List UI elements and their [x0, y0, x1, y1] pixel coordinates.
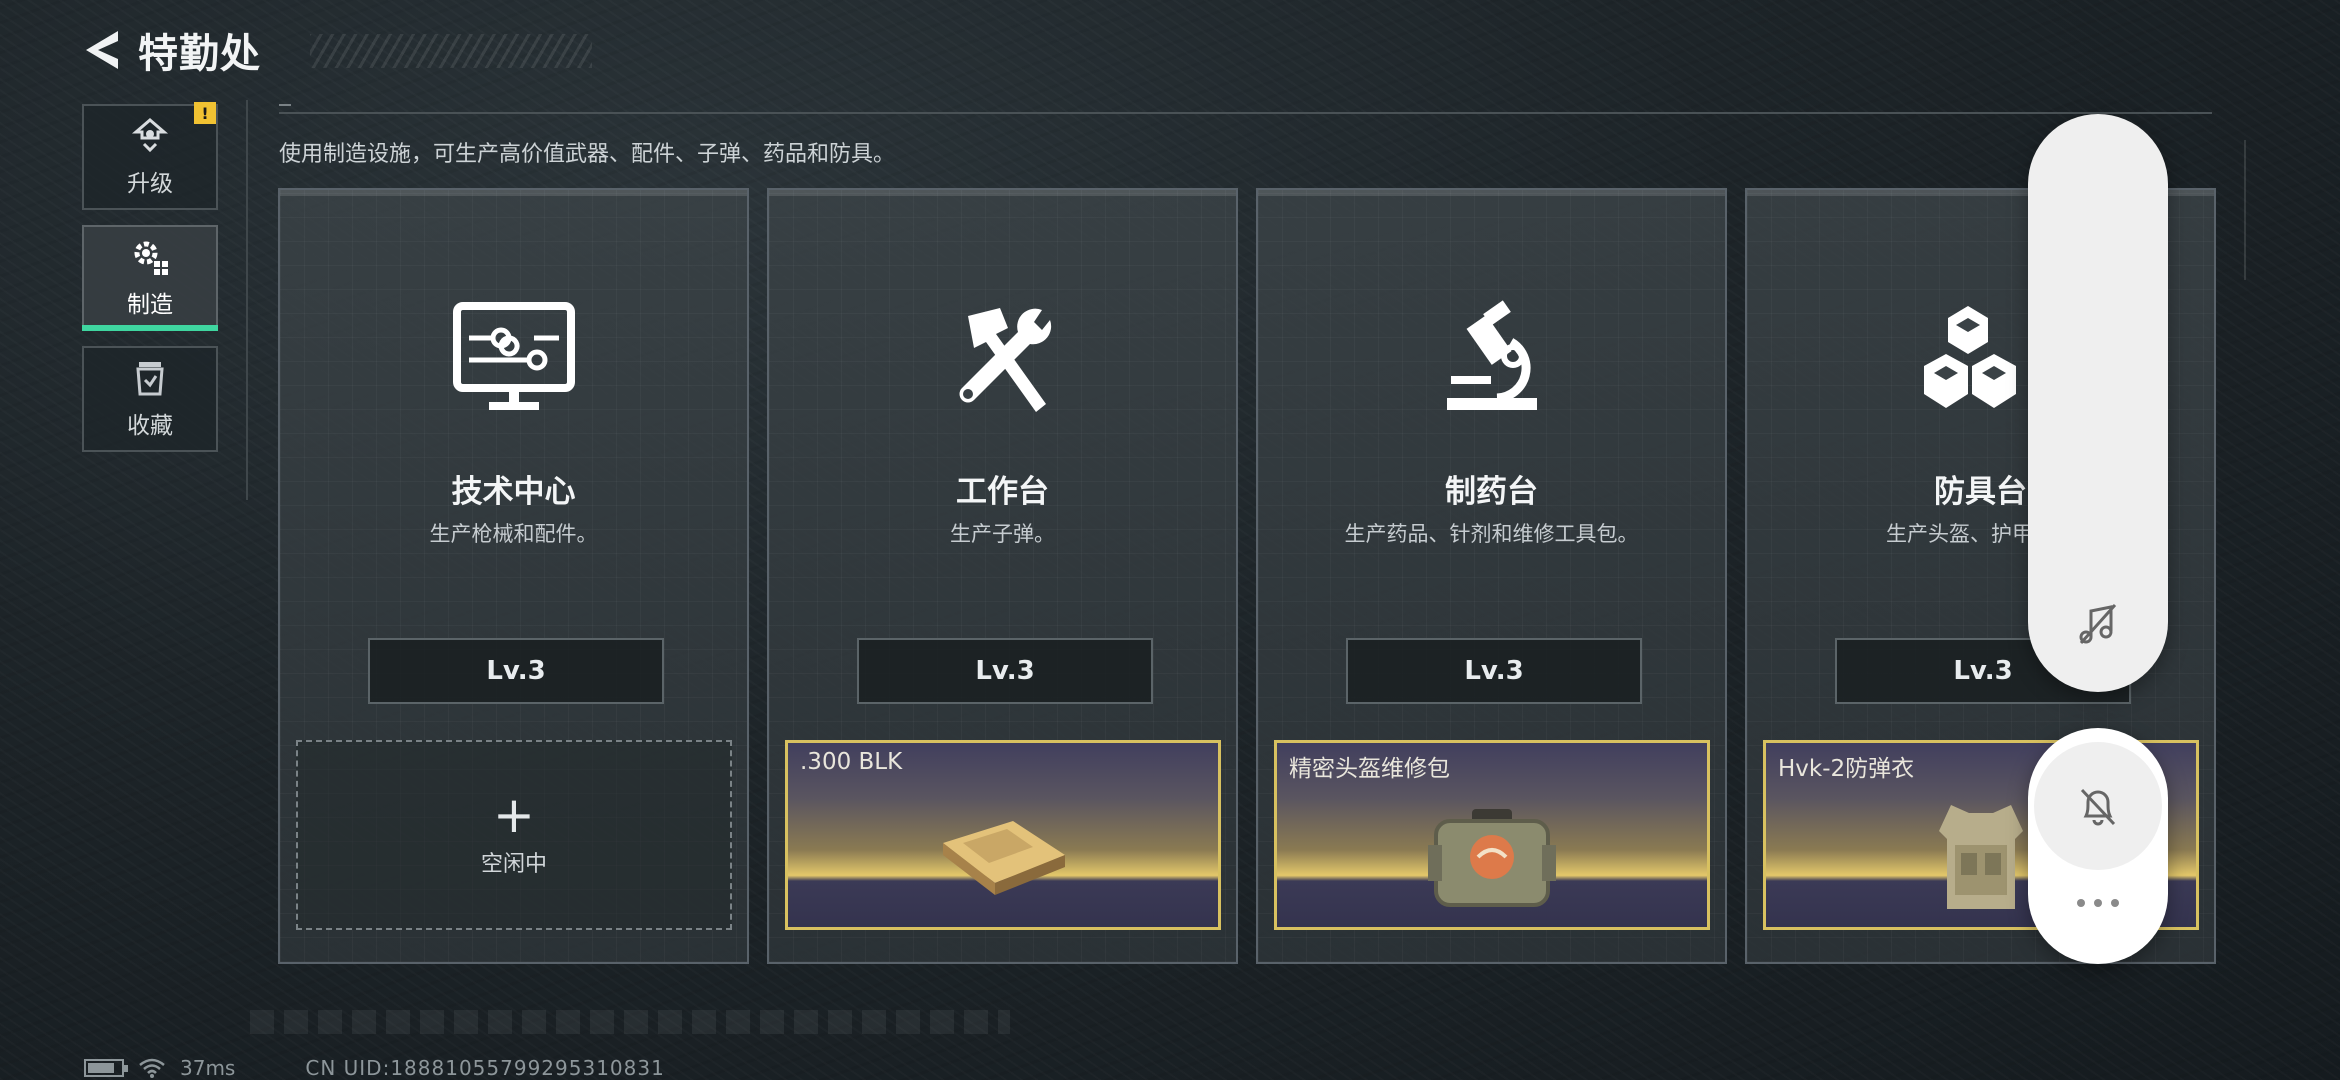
divider-tick [279, 104, 291, 106]
plus-icon: + [493, 786, 535, 844]
wifi-icon [139, 1058, 165, 1078]
battery-icon [84, 1059, 128, 1077]
sidebar-item-upgrade[interactable]: ! 升级 [82, 102, 218, 210]
sidebar-item-label: 制造 [127, 292, 173, 318]
mute-notifications-button[interactable] [2034, 742, 2162, 870]
content-divider [279, 112, 2212, 114]
production-slot[interactable]: .300 BLK [785, 740, 1221, 930]
status-footer: 37ms CN UID:18881055799295310831 [84, 1056, 665, 1080]
edge-decoration [2244, 140, 2246, 280]
sidebar-item-craft[interactable]: 制造 [82, 225, 218, 331]
product-name: 精密头盔维修包 [1289, 756, 1450, 782]
music-off-icon [2079, 603, 2117, 645]
microscope-icon [1446, 300, 1537, 410]
slot-status: 空闲中 [480, 852, 547, 877]
upgrade-icon [130, 116, 170, 156]
production-slot[interactable]: 精密头盔维修包 [1274, 740, 1710, 930]
facility-description: 生产子弹。 [950, 522, 1055, 546]
product-name: Hvk-2防弹衣 [1778, 756, 1915, 782]
page-title: 特勤处 [138, 31, 261, 77]
facility-description: 生产药品、针剂和维修工具包。 [1344, 522, 1639, 546]
header: 特勤处 [80, 22, 592, 78]
dot [2094, 899, 2102, 907]
alert-badge: ! [194, 102, 216, 124]
sidebar-divider [246, 100, 248, 500]
bell-off-icon [2080, 788, 2116, 826]
back-button[interactable] [80, 22, 124, 78]
facility-name: 技术中心 [451, 474, 576, 510]
ping-value: 37ms [180, 1056, 236, 1080]
level-button[interactable]: Lv.3 [368, 638, 664, 704]
collection-jar-icon [130, 358, 170, 398]
sidebar-item-label: 收藏 [127, 413, 173, 439]
computer-icon [452, 302, 575, 410]
title-decoration [310, 34, 592, 68]
hammer-wrench-icon [959, 308, 1051, 412]
level-button[interactable]: Lv.3 [1346, 638, 1642, 704]
gear-icon [130, 237, 170, 277]
product-name: .300 BLK [800, 749, 903, 775]
facility-description: 生产枪械和配件。 [429, 522, 598, 546]
sidebar: ! 升级 制造 收藏 [82, 102, 218, 467]
helmet-repair-kit-image [1428, 809, 1556, 907]
facility-name: 制药台 [1445, 474, 1538, 510]
sidebar-item-label: 升级 [127, 171, 173, 197]
facility-card-tech-center[interactable]: 技术中心 生产枪械和配件。 Lv.3 + 空闲中 [278, 188, 749, 964]
armor-blocks-icon [1923, 306, 2016, 408]
bottom-decoration [250, 1010, 1010, 1034]
facility-cards: 技术中心 生产枪械和配件。 Lv.3 + 空闲中 工作台 生产子弹。 Lv.3 … [278, 188, 2216, 964]
dot [2077, 899, 2085, 907]
idle-production-slot[interactable]: + 空闲中 [296, 740, 732, 930]
sidebar-item-collection[interactable]: 收藏 [82, 346, 218, 452]
facility-name: 工作台 [956, 474, 1049, 510]
music-off-button[interactable] [2062, 590, 2132, 660]
ammo-box-image [943, 821, 1065, 895]
facility-card-workbench[interactable]: 工作台 生产子弹。 Lv.3 .300 BLK [767, 188, 1238, 964]
page-description: 使用制造设施，可生产高价值武器、配件、子弹、药品和防具。 [279, 142, 896, 167]
level-button[interactable]: Lv.3 [857, 638, 1153, 704]
more-options-button[interactable] [2058, 888, 2138, 918]
facility-card-pharmacy[interactable]: 制药台 生产药品、针剂和维修工具包。 Lv.3 精密头盔维修包 [1256, 188, 1727, 964]
dot [2111, 899, 2119, 907]
user-uid: CN UID:18881055799295310831 [305, 1056, 665, 1080]
back-arrow-icon [86, 31, 118, 69]
